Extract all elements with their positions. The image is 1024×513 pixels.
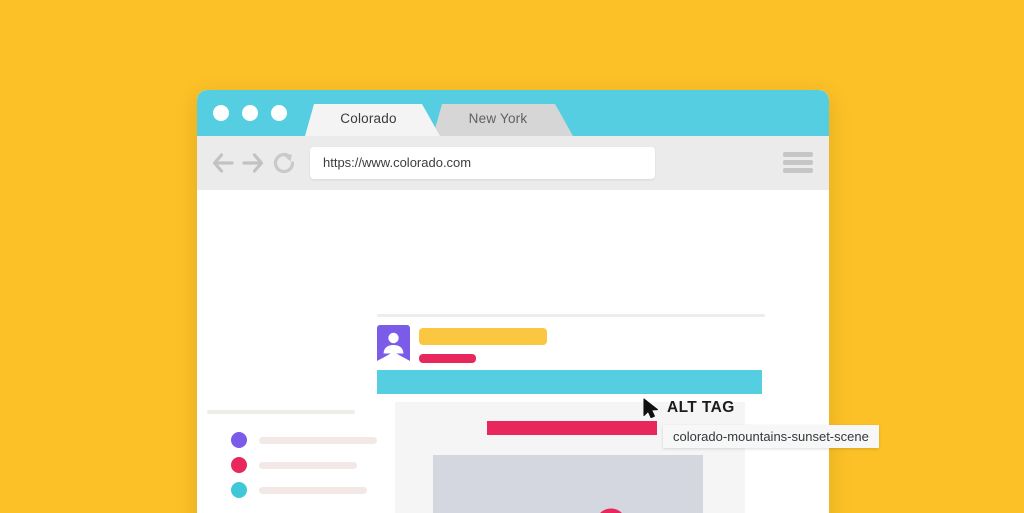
hamburger-menu-icon[interactable] [783, 152, 813, 174]
content-card [395, 402, 745, 513]
menu-line [783, 152, 813, 157]
image-placeholder-icon[interactable] [433, 455, 703, 513]
bullet-icon [231, 482, 247, 498]
author-subtitle-placeholder [419, 354, 476, 363]
alt-tag-tooltip: colorado-mountains-sunset-scene [663, 425, 879, 448]
sidebar-divider [207, 410, 355, 414]
address-bar[interactable]: https://www.colorado.com [310, 147, 655, 179]
author-name-placeholder [419, 328, 547, 345]
alt-tag-callout: ALT TAG [643, 398, 735, 418]
card-heading-placeholder [487, 421, 657, 435]
sidebar-item-1-label [259, 437, 377, 444]
sidebar-item-3-label [259, 487, 367, 494]
tab-new-york-label: New York [468, 111, 528, 126]
page-content [197, 190, 829, 513]
tab-colorado[interactable]: Colorado [305, 104, 440, 136]
bullet-icon [231, 457, 247, 473]
arrow-right-icon[interactable] [241, 152, 265, 174]
screenshot-stage: Colorado New York https://www.colorado.c [0, 0, 1024, 513]
page-banner [377, 370, 762, 394]
browser-window: Colorado New York https://www.colorado.c [197, 90, 829, 513]
browser-toolbar: https://www.colorado.com [197, 136, 829, 190]
reload-icon[interactable] [271, 150, 297, 176]
arrow-left-icon[interactable] [211, 152, 235, 174]
bullet-icon [231, 432, 247, 448]
sidebar-item-2-label [259, 462, 357, 469]
address-bar-value: https://www.colorado.com [323, 155, 472, 170]
tab-colorado-label: Colorado [340, 111, 397, 126]
tab-new-york[interactable]: New York [433, 104, 573, 136]
menu-line [783, 168, 813, 173]
browser-titlebar: Colorado New York [197, 90, 829, 136]
menu-line [783, 160, 813, 165]
alt-tag-label: ALT TAG [667, 399, 735, 416]
minimize-dot[interactable] [242, 105, 258, 121]
mouse-pointer-icon [643, 398, 658, 418]
content-divider [377, 314, 765, 317]
user-avatar-icon [377, 325, 410, 361]
close-dot[interactable] [213, 105, 229, 121]
maximize-dot[interactable] [271, 105, 287, 121]
mountain-image-graphic [600, 508, 622, 513]
